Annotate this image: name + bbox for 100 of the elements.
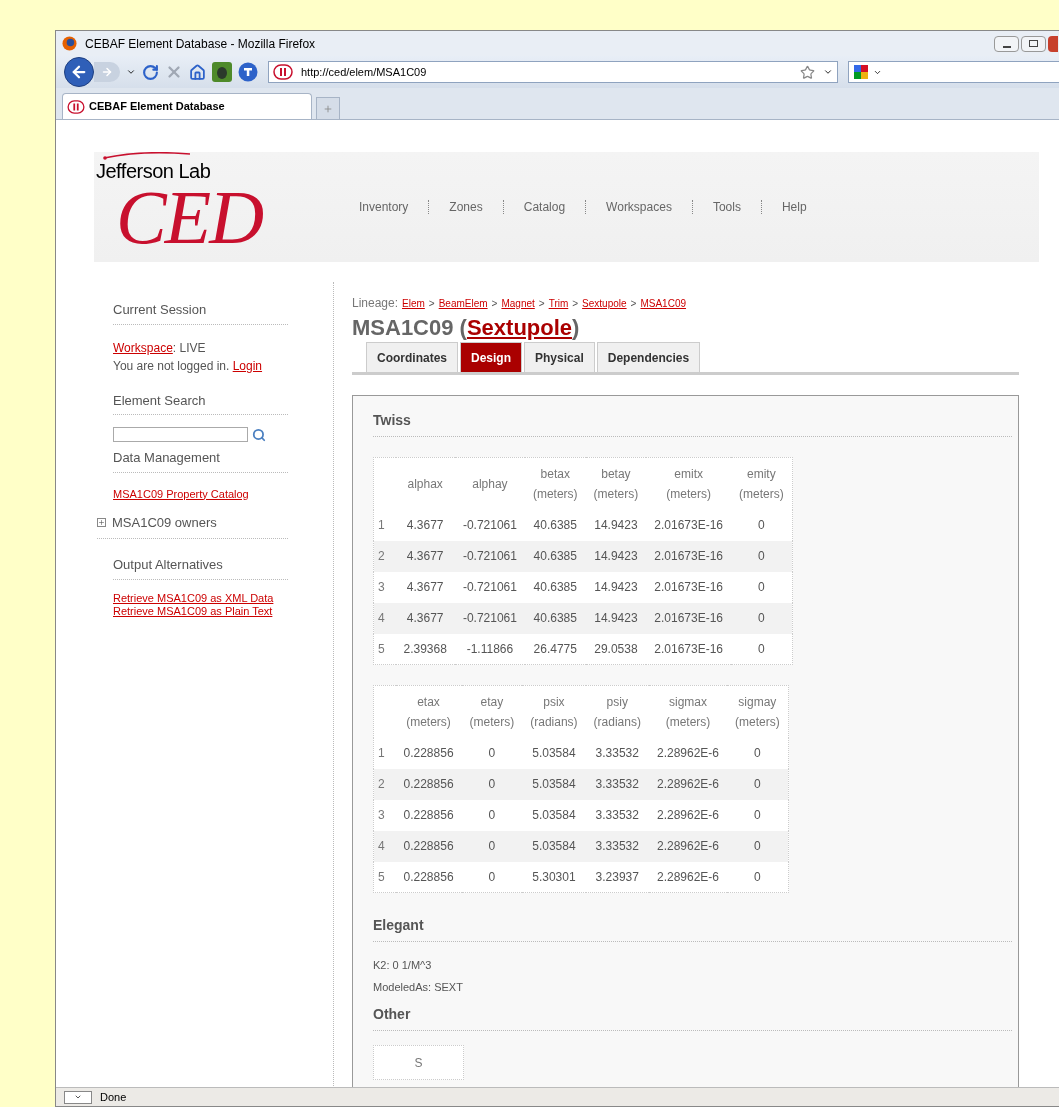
table-cell: -0.721061 [454,509,525,541]
maximize-button[interactable] [1021,35,1046,52]
close-button[interactable] [1048,35,1058,52]
table-cell: 2.28962E-6 [648,830,727,862]
table-cell: 0.228856 [395,830,462,862]
nav-link[interactable]: Tools [712,198,741,216]
element-tab[interactable]: Design [460,342,523,372]
table-cell: 0.228856 [395,768,462,800]
link[interactable]: Workspace [113,340,173,355]
property-line: ModeledAs: SEXT [373,981,463,993]
table-cell: 3.33532 [585,799,649,831]
table-cell: 0 [461,861,523,893]
toolbar-badge-icon[interactable] [238,62,258,82]
table-cell: 2.28962E-6 [648,861,727,893]
table-cell: 5.03584 [522,768,586,800]
column-header: alphax [395,457,455,510]
link[interactable]: BeamElem [438,295,488,311]
table-cell: 0 [731,509,793,541]
bookmark-star-icon[interactable] [800,64,815,80]
link[interactable]: Retrieve MSA1C09 as XML Data [113,591,274,604]
column-header: sigmax (meters) [648,685,727,738]
browser-tab[interactable]: CEBAF Element Database [62,93,312,119]
table-cell: 0 [731,633,793,665]
row-number: 1 [373,509,396,541]
row-number: 4 [373,602,396,634]
link[interactable]: Login [232,358,263,373]
table-cell: 0.228856 [395,737,462,769]
table-cell: 4.3677 [395,540,455,572]
table-cell: 2.39368 [395,633,455,665]
table-cell: 0 [727,737,789,769]
table-cell: 2.01673E-16 [646,633,731,665]
table-cell: 2.01673E-16 [646,602,731,634]
search-engine-field[interactable] [848,61,1059,83]
link[interactable]: Magnet [501,295,535,311]
url-dropdown-icon[interactable] [823,67,833,77]
minimize-button[interactable] [994,35,1019,52]
nav-link[interactable]: Help [781,198,807,216]
table-cell: 0 [727,768,789,800]
link[interactable]: MSA1C09 Property Catalog [113,487,249,500]
nav-link[interactable]: Inventory [359,198,409,216]
table-cell: 0 [461,737,523,769]
table-cell: 40.6385 [524,571,586,603]
nav-link[interactable]: Workspaces [606,198,672,216]
table-cell: 3.33532 [585,737,649,769]
forward-arrow-icon [101,66,113,78]
column-header: emitx (meters) [646,457,731,510]
row-number: 3 [373,571,396,603]
search-icon[interactable] [252,427,266,442]
column-header: alphay [454,457,525,510]
title-link[interactable]: Sextupole [466,315,573,340]
expand-toggle[interactable] [97,517,106,527]
table-cell: 0 [727,799,789,831]
table-cell: 0 [461,768,523,800]
link[interactable]: Retrieve MSA1C09 as Plain Text [113,604,273,617]
lineage-label: Lineage: [352,295,399,312]
back-button[interactable] [64,57,94,87]
table-cell: 40.6385 [524,602,586,634]
browser-logo-icon [62,36,77,51]
table-cell: 5.03584 [522,830,586,862]
breadcrumb-separator: > [630,296,637,311]
element-tab[interactable]: Physical [524,342,595,372]
login-status: You are not logged in. [113,358,230,373]
link[interactable]: Elem [402,295,425,311]
column-header: etay (meters) [461,685,523,738]
caret-icon [74,1093,82,1101]
table-cell: 0 [731,540,793,572]
section-heading: Data Management [113,450,220,465]
window-title: CEBAF Element Database - Mozilla Firefox [85,35,316,53]
owners-item[interactable]: MSA1C09 owners [112,512,217,532]
nav-link[interactable]: Catalog [523,198,566,216]
search-field[interactable] [113,427,248,442]
element-tab[interactable]: Coordinates [366,342,458,372]
element-tab[interactable]: Dependencies [596,342,701,372]
table-cell: 0.228856 [395,861,462,893]
reload-icon[interactable] [142,63,159,81]
workspace-value: : LIVE [172,340,206,355]
table-cell: -1.11866 [454,633,525,665]
link[interactable]: MSA1C09 [640,295,686,311]
status-button[interactable] [64,1090,92,1104]
section-heading: Other [373,1006,411,1022]
breadcrumb-separator: > [428,296,435,311]
link[interactable]: Sextupole [582,295,627,311]
section-heading: Twiss [373,412,411,428]
history-dropdown-icon[interactable] [126,67,136,77]
table-cell: 2.28962E-6 [648,737,727,769]
table-cell: 40.6385 [524,509,586,541]
breadcrumb-separator: > [491,296,498,311]
table-cell: 5.03584 [522,799,586,831]
breadcrumb-separator: > [538,296,545,311]
home-icon[interactable] [189,63,206,81]
table-cell: -0.721061 [454,571,525,603]
table-cell: 3.33532 [585,830,649,862]
table-cell: 0 [731,571,793,603]
link[interactable]: Trim [548,295,569,311]
nav-link[interactable]: Zones [449,198,483,216]
address-field[interactable]: http://ced/elem/MSA1C09 [268,61,838,83]
table-cell: 14.9423 [585,602,647,634]
table-cell: 0 [461,799,523,831]
plus-icon [98,518,105,526]
table-cell: 0 [727,861,789,893]
